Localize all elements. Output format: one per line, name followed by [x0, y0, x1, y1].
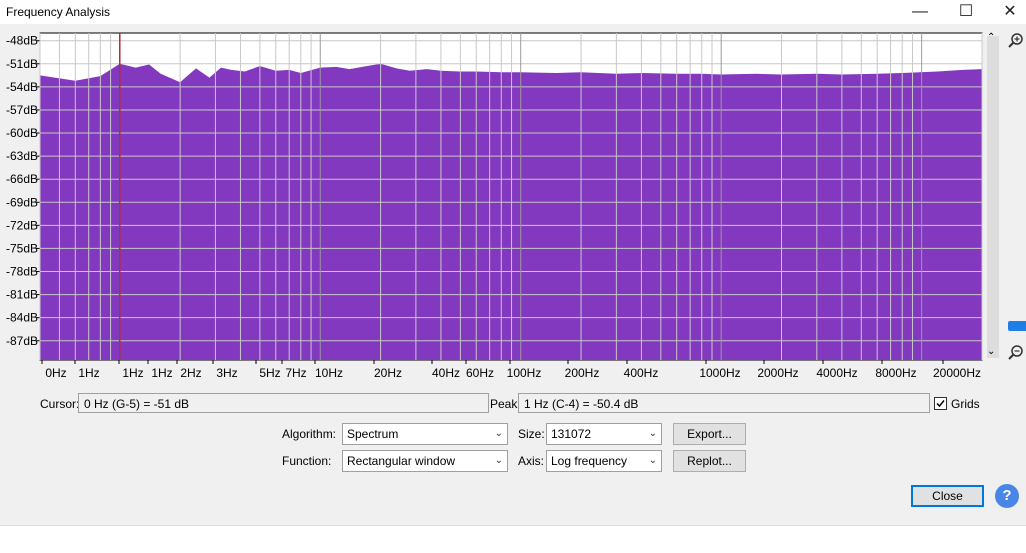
maximize-button[interactable]: ☐: [943, 0, 989, 24]
zoom-slider-thumb[interactable]: [1008, 321, 1026, 331]
x-tick-label: 4000Hz: [816, 366, 857, 380]
function-label: Function:: [282, 454, 332, 468]
y-tick-label: -51dB: [6, 57, 38, 71]
close-window-button[interactable]: ✕: [987, 0, 1026, 24]
y-tick-label: -78dB: [6, 265, 38, 279]
y-tick-label: -84dB: [6, 311, 38, 325]
maximize-icon: ☐: [958, 3, 974, 20]
y-tick-label: -54dB: [6, 80, 38, 94]
x-tick-label: 20Hz: [374, 366, 402, 380]
y-tick-label: -69dB: [6, 195, 38, 209]
cursor-readout: 0 Hz (G-5) = -51 dB: [78, 393, 489, 413]
scroll-down-arrow-icon[interactable]: ⌄: [987, 346, 995, 357]
x-tick-label: 7Hz: [285, 366, 306, 380]
scroll-up-arrow-icon[interactable]: ⌃: [987, 32, 995, 43]
x-tick-label: 2Hz: [180, 366, 201, 380]
spectrum-chart[interactable]: -48dB -51dB -54dB -57dB -60dB -63dB -66dB -69dB…: [0, 30, 1026, 390]
x-tick-label: 20000Hz: [933, 366, 981, 380]
algorithm-label: Algorithm:: [282, 427, 337, 441]
x-tick-label: 200Hz: [565, 366, 600, 380]
x-tick-label: 1000Hz: [699, 366, 740, 380]
x-tick-label: 2000Hz: [757, 366, 798, 380]
help-button[interactable]: ?: [995, 484, 1019, 508]
cursor-label: Cursor:: [40, 397, 80, 411]
y-tick-label: -72dB: [6, 218, 38, 232]
replot-button[interactable]: Replot...: [673, 450, 746, 472]
background-window-strip: [0, 525, 1026, 553]
x-tick-label: 5Hz: [259, 366, 280, 380]
window-title: Frequency Analysis: [6, 5, 111, 19]
y-tick-label: -75dB: [6, 241, 38, 255]
close-button[interactable]: Close: [911, 485, 984, 507]
size-select[interactable]: 131072 ⌄: [546, 423, 662, 445]
x-tick-label: 1Hz: [122, 366, 143, 380]
export-button[interactable]: Export...: [673, 423, 746, 445]
axis-select[interactable]: Log frequency ⌄: [546, 450, 662, 472]
zoom-out-icon[interactable]: [1007, 344, 1025, 362]
grids-label: Grids: [951, 397, 980, 411]
function-select[interactable]: Rectangular window ⌄: [342, 450, 508, 472]
chevron-down-icon: ⌄: [648, 455, 657, 466]
y-tick-label: -66dB: [6, 172, 38, 186]
x-tick-label: 1Hz: [78, 366, 99, 380]
algorithm-select[interactable]: Spectrum ⌄: [342, 423, 508, 445]
chevron-down-icon: ⌄: [648, 428, 657, 439]
chevron-down-icon: ⌄: [494, 455, 503, 466]
size-label: Size:: [518, 427, 545, 441]
axis-value: Log frequency: [551, 454, 628, 468]
x-tick-label: 3Hz: [216, 366, 237, 380]
y-tick-label: -48dB: [6, 34, 38, 48]
grids-checkbox[interactable]: [934, 397, 947, 410]
x-tick-label: 10Hz: [315, 366, 343, 380]
size-value: 131072: [551, 427, 592, 441]
y-tick-label: -60dB: [6, 126, 38, 140]
minimize-icon: —: [912, 3, 928, 20]
chevron-down-icon: ⌄: [494, 428, 503, 439]
spectrum-area: [40, 63, 982, 361]
y-tick-label: -81dB: [6, 288, 38, 302]
close-icon: ✕: [1003, 3, 1017, 20]
x-tick-label: 0Hz: [45, 366, 66, 380]
y-tick-label: -63dB: [6, 149, 38, 163]
x-tick-label: 8000Hz: [875, 366, 916, 380]
help-icon: ?: [1002, 487, 1012, 504]
checkmark-icon: [936, 400, 945, 408]
zoom-in-icon[interactable]: [1007, 32, 1025, 50]
scrollbar-track: [987, 36, 999, 358]
y-tick-label: -57dB: [6, 103, 38, 117]
peak-readout: 1 Hz (C-4) = -50.4 dB: [518, 393, 930, 413]
x-tick-label: 40Hz: [432, 366, 460, 380]
axis-label: Axis:: [518, 454, 545, 468]
x-tick-label: 100Hz: [507, 366, 542, 380]
title-bar: Frequency Analysis — ☐ ✕: [0, 0, 1026, 24]
y-tick-label: -87dB: [6, 334, 38, 348]
spectrum-plot-area: -48dB -51dB -54dB -57dB -60dB -63dB -66dB -69dB…: [0, 30, 1026, 390]
peak-label: Peak:: [490, 397, 521, 411]
zoom-scrollbar[interactable]: [985, 32, 1001, 362]
function-value: Rectangular window: [347, 454, 456, 468]
minimize-button[interactable]: —: [897, 0, 943, 24]
x-tick-label: 400Hz: [624, 366, 659, 380]
algorithm-value: Spectrum: [347, 427, 399, 441]
x-tick-label: 60Hz: [466, 366, 494, 380]
x-tick-label: 1Hz: [151, 366, 172, 380]
